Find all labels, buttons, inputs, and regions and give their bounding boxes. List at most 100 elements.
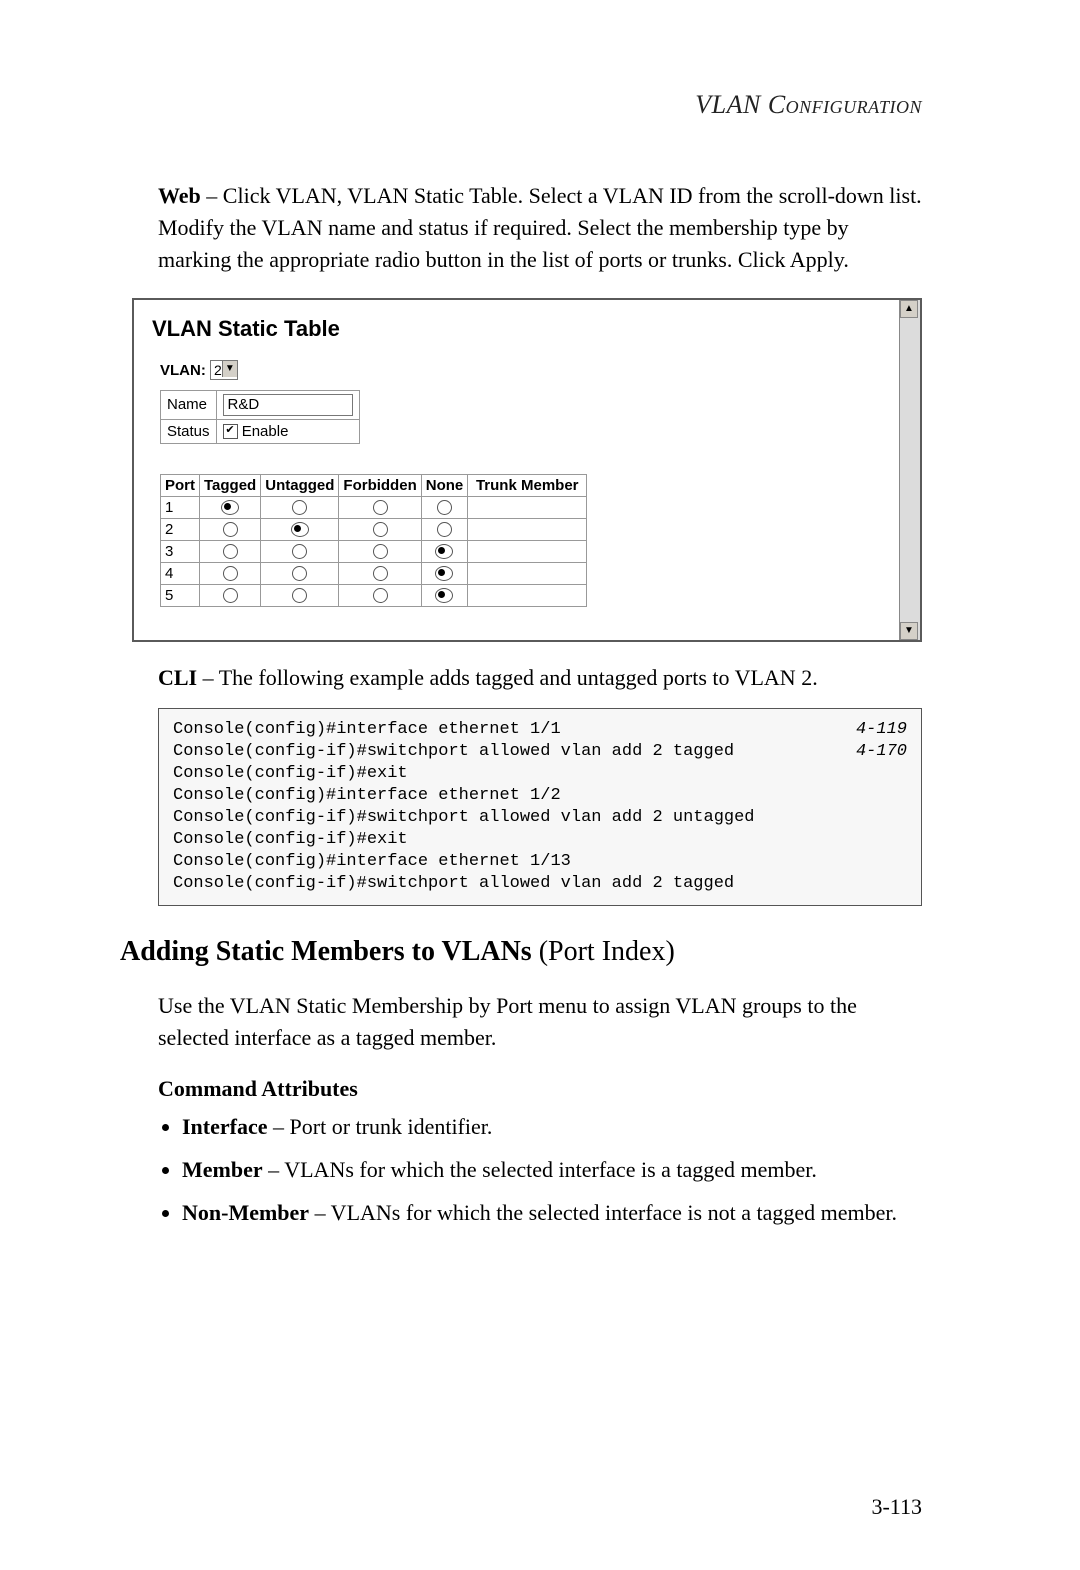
vlan-static-table-panel: VLAN Static Table VLAN: 2▼ Name R&D Stat… bbox=[132, 298, 922, 642]
membership-radio[interactable] bbox=[223, 566, 238, 581]
membership-radio[interactable] bbox=[373, 500, 388, 515]
attr-desc: – VLANs for which the selected interface… bbox=[263, 1157, 817, 1182]
cli-command: Console(config)#interface ethernet 1/13 bbox=[173, 851, 907, 873]
vertical-scrollbar[interactable]: ▲ ▼ bbox=[899, 300, 920, 640]
membership-radio[interactable] bbox=[221, 500, 239, 515]
membership-cell bbox=[421, 496, 468, 518]
table-header-row: PortTaggedUntaggedForbiddenNoneTrunk Mem… bbox=[161, 474, 587, 496]
attr-name: Interface bbox=[182, 1114, 268, 1139]
membership-cell bbox=[339, 584, 421, 606]
membership-cell bbox=[261, 562, 339, 584]
membership-cell bbox=[200, 562, 261, 584]
membership-radio[interactable] bbox=[223, 588, 238, 603]
section-heading: Adding Static Members to VLANs (Port Ind… bbox=[120, 936, 922, 968]
cli-command: Console(config-if)#exit bbox=[173, 763, 907, 785]
membership-radio[interactable] bbox=[435, 588, 453, 603]
membership-radio[interactable] bbox=[435, 544, 453, 559]
trunk-member-cell bbox=[468, 584, 587, 606]
table-column-header: Forbidden bbox=[339, 474, 421, 496]
cli-line: Console(config)#interface ethernet 1/2 bbox=[173, 785, 907, 807]
port-cell: 3 bbox=[161, 540, 200, 562]
membership-radio[interactable] bbox=[373, 566, 388, 581]
vlan-label: VLAN: bbox=[160, 362, 206, 379]
membership-cell bbox=[339, 518, 421, 540]
cli-command: Console(config-if)#switchport allowed vl… bbox=[173, 807, 907, 829]
membership-cell bbox=[421, 562, 468, 584]
command-attributes-list: Interface – Port or trunk identifier. Mem… bbox=[158, 1110, 922, 1229]
table-row: 1 bbox=[161, 496, 587, 518]
membership-cell bbox=[200, 518, 261, 540]
cli-example-box: Console(config)#interface ethernet 1/14-… bbox=[158, 708, 922, 907]
scroll-up-icon[interactable]: ▲ bbox=[900, 300, 918, 318]
intro-rest: – Click VLAN, VLAN Static Table. Select … bbox=[158, 183, 922, 272]
name-input[interactable]: R&D bbox=[223, 394, 353, 416]
membership-radio[interactable] bbox=[223, 544, 238, 559]
cli-line: Console(config)#interface ethernet 1/13 bbox=[173, 851, 907, 873]
cli-reference: 4-170 bbox=[840, 741, 907, 763]
page-number: 3-113 bbox=[871, 1494, 922, 1520]
membership-cell bbox=[421, 518, 468, 540]
membership-radio[interactable] bbox=[292, 500, 307, 515]
membership-radio[interactable] bbox=[437, 500, 452, 515]
vlan-select-row: VLAN: 2▼ bbox=[160, 360, 872, 380]
table-row: 5 bbox=[161, 584, 587, 606]
membership-radio[interactable] bbox=[292, 588, 307, 603]
membership-cell bbox=[261, 496, 339, 518]
membership-radio[interactable] bbox=[435, 566, 453, 581]
dropdown-caret-icon: ▼ bbox=[222, 361, 237, 377]
cli-line: Console(config-if)#exit bbox=[173, 763, 907, 785]
membership-radio[interactable] bbox=[437, 522, 452, 537]
trunk-member-cell bbox=[468, 540, 587, 562]
cli-line: Console(config-if)#switchport allowed vl… bbox=[173, 873, 907, 895]
membership-radio[interactable] bbox=[223, 522, 238, 537]
membership-radio[interactable] bbox=[373, 544, 388, 559]
membership-cell bbox=[200, 584, 261, 606]
membership-radio[interactable] bbox=[292, 566, 307, 581]
attr-desc: – VLANs for which the selected interface… bbox=[309, 1200, 897, 1225]
table-column-header: Tagged bbox=[200, 474, 261, 496]
port-cell: 2 bbox=[161, 518, 200, 540]
trunk-member-cell bbox=[468, 496, 587, 518]
port-membership-table: PortTaggedUntaggedForbiddenNoneTrunk Mem… bbox=[160, 474, 587, 607]
enable-label: Enable bbox=[242, 423, 289, 440]
membership-radio[interactable] bbox=[292, 544, 307, 559]
cli-reference: 4-119 bbox=[840, 719, 907, 741]
membership-cell bbox=[421, 540, 468, 562]
table-column-header: Trunk Member bbox=[468, 474, 587, 496]
membership-cell bbox=[339, 562, 421, 584]
enable-checkbox[interactable]: ✔ bbox=[223, 424, 238, 439]
trunk-member-cell bbox=[468, 562, 587, 584]
cli-rest: – The following example adds tagged and … bbox=[197, 665, 818, 690]
cli-line: Console(config)#interface ethernet 1/14-… bbox=[173, 719, 907, 741]
section-heading-rest: (Port Index) bbox=[532, 936, 675, 967]
vlan-select[interactable]: 2▼ bbox=[210, 360, 238, 380]
command-attributes-heading: Command Attributes bbox=[158, 1076, 922, 1102]
membership-cell bbox=[261, 518, 339, 540]
port-cell: 5 bbox=[161, 584, 200, 606]
table-column-header: None bbox=[421, 474, 468, 496]
membership-cell bbox=[200, 496, 261, 518]
table-column-header: Port bbox=[161, 474, 200, 496]
panel-title: VLAN Static Table bbox=[152, 316, 880, 342]
attr-name: Non-Member bbox=[182, 1200, 309, 1225]
page-header: VLAN Configuration bbox=[120, 90, 922, 120]
membership-radio[interactable] bbox=[373, 588, 388, 603]
membership-cell bbox=[339, 496, 421, 518]
cli-line: Console(config-if)#switchport allowed vl… bbox=[173, 741, 907, 763]
vlan-select-value: 2 bbox=[214, 362, 222, 378]
cli-intro-paragraph: CLI – The following example adds tagged … bbox=[158, 662, 922, 694]
cli-command: Console(config)#interface ethernet 1/1 bbox=[173, 719, 840, 741]
cli-line: Console(config-if)#exit bbox=[173, 829, 907, 851]
cli-command: Console(config-if)#switchport allowed vl… bbox=[173, 741, 840, 763]
section-heading-bold: Adding Static Members to VLANs bbox=[120, 936, 532, 967]
attr-name: Member bbox=[182, 1157, 263, 1182]
scroll-down-icon[interactable]: ▼ bbox=[900, 622, 918, 640]
cli-lead: CLI bbox=[158, 665, 197, 690]
membership-cell bbox=[421, 584, 468, 606]
membership-radio[interactable] bbox=[373, 522, 388, 537]
section-body: Use the VLAN Static Membership by Port m… bbox=[158, 990, 922, 1054]
membership-cell bbox=[261, 584, 339, 606]
membership-cell bbox=[339, 540, 421, 562]
list-item: Interface – Port or trunk identifier. bbox=[182, 1110, 922, 1143]
membership-radio[interactable] bbox=[291, 522, 309, 537]
